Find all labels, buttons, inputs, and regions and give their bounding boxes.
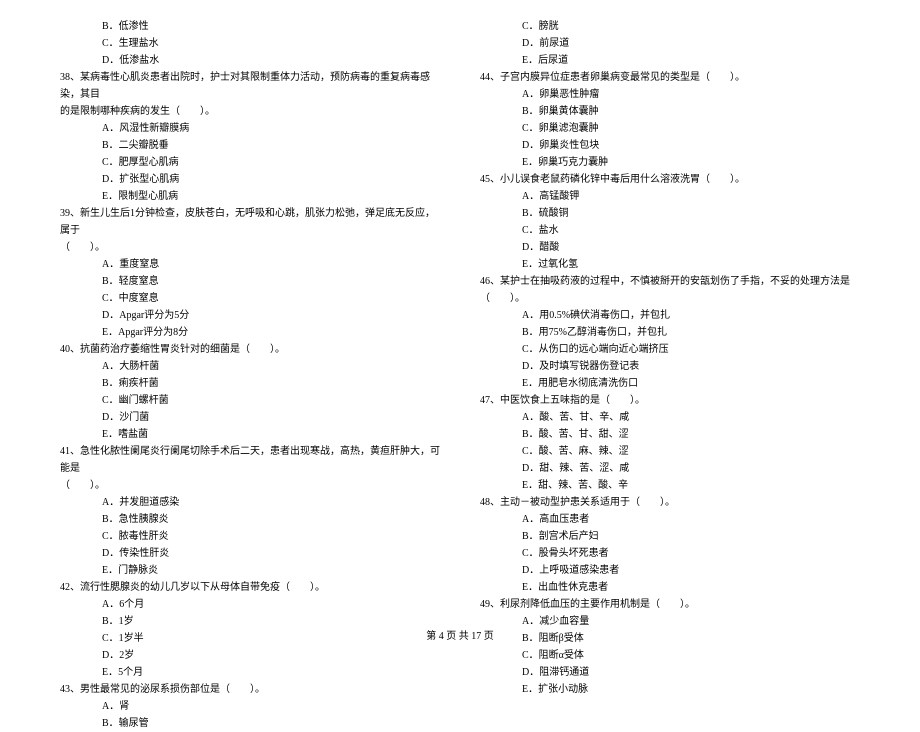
q41-option-e: E．门静脉炎 [60, 562, 440, 579]
question-44: 44、子宫内膜异位症患者卵巢病变最常见的类型是（ ）。 [480, 69, 860, 86]
q44-option-d: D．卵巢炎性包块 [480, 137, 860, 154]
q40-option-b: B．痢疾杆菌 [60, 375, 440, 392]
q49-option-d: D．阻滞钙通道 [480, 664, 860, 681]
question-40: 40、抗菌药治疗萎缩性胃炎针对的细菌是（ ）。 [60, 341, 440, 358]
left-column: B．低渗性 C．生理盐水 D．低渗盐水 38、某病毒性心肌炎患者出院时，护士对其… [60, 18, 440, 608]
question-41-line2: （ ）。 [60, 477, 440, 494]
q43-option-e: E．后尿道 [480, 52, 860, 69]
q43-option-d: D．前尿道 [480, 35, 860, 52]
q48-option-b: B．剖宫术后产妇 [480, 528, 860, 545]
q39-option-e: E．Apgar评分为8分 [60, 324, 440, 341]
q38-option-e: E．限制型心肌病 [60, 188, 440, 205]
page-footer: 第 4 页 共 17 页 [0, 627, 920, 642]
q48-option-c: C．股骨头坏死患者 [480, 545, 860, 562]
option-d: D．低渗盐水 [60, 52, 440, 69]
q44-option-c: C．卵巢滤泡囊肿 [480, 120, 860, 137]
question-47: 47、中医饮食上五味指的是（ ）。 [480, 392, 860, 409]
question-41-line1: 41、急性化脓性阑尾炎行阑尾切除手术后二天，患者出现寒战，高热，黄疸肝肿大，可能… [60, 443, 440, 477]
q46-option-b: B．用75%乙醇消毒伤口，并包扎 [480, 324, 860, 341]
q48-option-a: A．高血压患者 [480, 511, 860, 528]
q41-option-a: A．并发胆道感染 [60, 494, 440, 511]
option-c: C．生理盐水 [60, 35, 440, 52]
q44-option-b: B．卵巢黄体囊肿 [480, 103, 860, 120]
question-38-line1: 38、某病毒性心肌炎患者出院时，护士对其限制重体力活动，预防病毒的重复病毒感染，… [60, 69, 440, 103]
q40-option-e: E．嗜盐菌 [60, 426, 440, 443]
q45-option-a: A．高锰酸钾 [480, 188, 860, 205]
q46-option-a: A．用0.5%碘伏消毒伤口，并包扎 [480, 307, 860, 324]
question-48: 48、主动－被动型护患关系适用于（ ）。 [480, 494, 860, 511]
q43-option-b: B．输尿管 [60, 715, 440, 732]
option-b: B．低渗性 [60, 18, 440, 35]
question-49: 49、利尿剂降低血压的主要作用机制是（ ）。 [480, 596, 860, 613]
q38-option-c: C．肥厚型心肌病 [60, 154, 440, 171]
question-39-line2: （ ）。 [60, 239, 440, 256]
question-45: 45、小儿误食老鼠药磷化锌中毒后用什么溶液洗胃（ ）。 [480, 171, 860, 188]
q39-option-d: D．Apgar评分为5分 [60, 307, 440, 324]
question-46: 46、某护士在抽吸药液的过程中，不慎被掰开的安瓿划伤了手指，不妥的处理方法是（ … [480, 273, 860, 307]
q45-option-d: D．醋酸 [480, 239, 860, 256]
q38-option-a: A．风湿性新瓣膜病 [60, 120, 440, 137]
q43-option-a: A．肾 [60, 698, 440, 715]
question-42: 42、流行性腮腺炎的幼儿几岁以下从母体自带免疫（ ）。 [60, 579, 440, 596]
right-column: C．膀胱 D．前尿道 E．后尿道 44、子宫内膜异位症患者卵巢病变最常见的类型是… [480, 18, 860, 608]
q46-option-d: D．及时填写锐器伤登记表 [480, 358, 860, 375]
q48-option-d: D．上呼吸道感染患者 [480, 562, 860, 579]
q40-option-d: D．沙门菌 [60, 409, 440, 426]
q44-option-e: E．卵巢巧克力囊肿 [480, 154, 860, 171]
q38-option-d: D．扩张型心肌病 [60, 171, 440, 188]
q46-option-e: E．用肥皂水彻底清洗伤口 [480, 375, 860, 392]
question-43: 43、男性最常见的泌尿系损伤部位是（ ）。 [60, 681, 440, 698]
two-column-layout: B．低渗性 C．生理盐水 D．低渗盐水 38、某病毒性心肌炎患者出院时，护士对其… [60, 18, 860, 608]
q39-option-b: B．轻度窒息 [60, 273, 440, 290]
q47-option-c: C．酸、苦、麻、辣、涩 [480, 443, 860, 460]
q47-option-e: E．甜、辣、苦、酸、辛 [480, 477, 860, 494]
q39-option-c: C．中度窒息 [60, 290, 440, 307]
q44-option-a: A．卵巢恶性肿瘤 [480, 86, 860, 103]
q45-option-e: E．过氧化氢 [480, 256, 860, 273]
q40-option-a: A．大肠杆菌 [60, 358, 440, 375]
q45-option-b: B．硫酸铜 [480, 205, 860, 222]
q42-option-e: E．5个月 [60, 664, 440, 681]
q41-option-c: C．脓毒性肝炎 [60, 528, 440, 545]
q40-option-c: C．幽门螺杆菌 [60, 392, 440, 409]
q47-option-d: D．甜、辣、苦、涩、咸 [480, 460, 860, 477]
q47-option-b: B．酸、苦、甘、甜、涩 [480, 426, 860, 443]
q47-option-a: A．酸、苦、甘、辛、咸 [480, 409, 860, 426]
q46-option-c: C．从伤口的远心端向近心端挤压 [480, 341, 860, 358]
q45-option-c: C．盐水 [480, 222, 860, 239]
q43-option-c: C．膀胱 [480, 18, 860, 35]
q38-option-b: B．二尖瓣脱垂 [60, 137, 440, 154]
question-38-line2: 的是限制哪种疾病的发生（ ）。 [60, 103, 440, 120]
q42-option-a: A．6个月 [60, 596, 440, 613]
q49-option-e: E．扩张小动脉 [480, 681, 860, 698]
question-39-line1: 39、新生儿生后1分钟检查，皮肤苍白，无呼吸和心跳，肌张力松弛，弹足底无反应，属… [60, 205, 440, 239]
q41-option-d: D．传染性肝炎 [60, 545, 440, 562]
q39-option-a: A．重度窒息 [60, 256, 440, 273]
q41-option-b: B．急性胰腺炎 [60, 511, 440, 528]
q48-option-e: E．出血性休克患者 [480, 579, 860, 596]
